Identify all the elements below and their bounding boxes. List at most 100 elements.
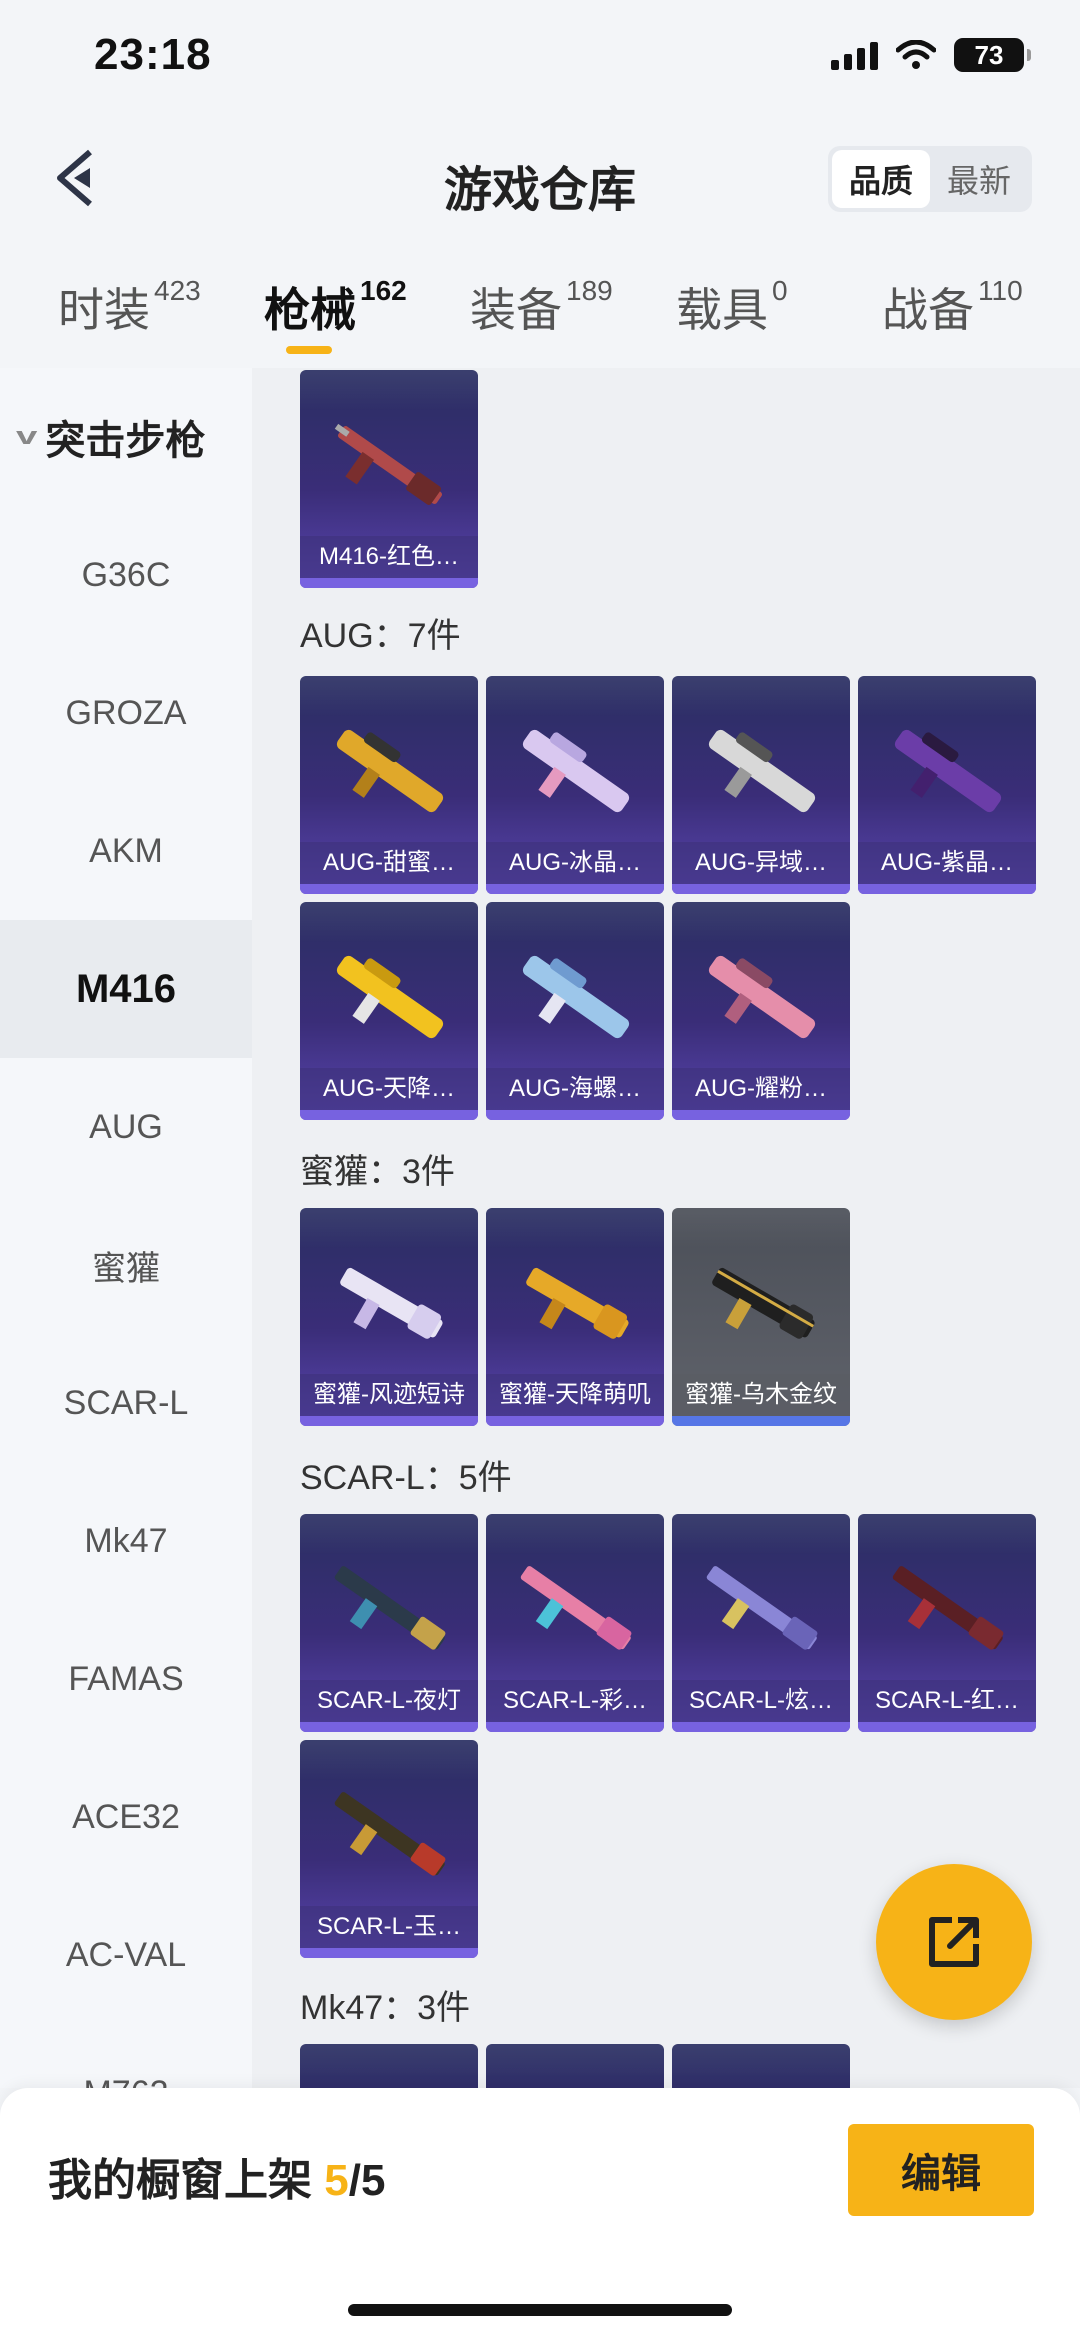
status-time: 23:18 bbox=[94, 30, 212, 79]
rifle-icon bbox=[340, 1267, 443, 1339]
skin-card[interactable]: AUG-紫晶… bbox=[858, 676, 1036, 894]
skin-name: AUG-甜蜜… bbox=[300, 842, 478, 884]
tab-equipment[interactable]: 装备 189 bbox=[470, 274, 613, 340]
rifle-icon bbox=[526, 1267, 629, 1339]
skin-card[interactable] bbox=[486, 2044, 664, 2088]
sidebar-item-ac-val[interactable]: AC-VAL bbox=[0, 1886, 252, 2024]
sidebar-item-m416[interactable]: M416 bbox=[0, 920, 252, 1058]
skin-name: AUG-海螺… bbox=[486, 1068, 664, 1110]
skin-card[interactable]: M416-红色… bbox=[300, 370, 478, 588]
skin-name: AUG-天降… bbox=[300, 1068, 478, 1110]
skin-card[interactable] bbox=[300, 2044, 478, 2088]
skin-card[interactable]: SCAR-L-红… bbox=[858, 1514, 1036, 1732]
rifle-icon bbox=[334, 423, 442, 505]
sort-toggle: 品质 最新 bbox=[828, 146, 1032, 212]
skin-name: SCAR-L-夜灯 bbox=[300, 1680, 478, 1722]
skin-card[interactable]: AUG-甜蜜… bbox=[300, 676, 478, 894]
skin-name: SCAR-L-炫… bbox=[672, 1680, 850, 1722]
skin-card[interactable]: 蜜獾-天降萌叽 bbox=[486, 1208, 664, 1426]
skin-card[interactable]: SCAR-L-炫… bbox=[672, 1514, 850, 1732]
sidebar-item-aug[interactable]: AUG bbox=[0, 1058, 252, 1196]
skin-name: M416-红色… bbox=[300, 536, 478, 578]
skin-card[interactable]: AUG-异域… bbox=[672, 676, 850, 894]
bottom-bar: 我的橱窗上架 5/5 编辑 bbox=[0, 2088, 1080, 2339]
skin-name: AUG-异域… bbox=[672, 842, 850, 884]
sidebar-item-g36c[interactable]: G36C bbox=[0, 506, 252, 644]
quality-bar bbox=[672, 1416, 850, 1426]
active-tab-indicator bbox=[286, 346, 332, 354]
quality-bar bbox=[300, 1948, 478, 1958]
tab-fashion[interactable]: 时装 423 bbox=[58, 274, 201, 340]
sidebar-item-m762[interactable]: M762 bbox=[0, 2024, 252, 2089]
skin-name: AUG-冰晶… bbox=[486, 842, 664, 884]
skin-card[interactable]: 蜜獾-乌木金纹 bbox=[672, 1208, 850, 1426]
quality-bar bbox=[486, 884, 664, 894]
skin-card[interactable]: 蜜獾-风迹短诗 bbox=[300, 1208, 478, 1426]
sidebar-item-honeybadger[interactable]: 蜜獾 bbox=[0, 1196, 252, 1334]
status-icons: 73 bbox=[831, 38, 1031, 72]
skin-card[interactable]: SCAR-L-彩… bbox=[486, 1514, 664, 1732]
quality-bar bbox=[858, 884, 1036, 894]
skin-card[interactable]: SCAR-L-玉… bbox=[300, 1740, 478, 1958]
section-title-honeybadger: 蜜獾：3件 bbox=[300, 1153, 455, 1191]
quality-bar bbox=[672, 1722, 850, 1732]
rifle-icon bbox=[522, 729, 630, 813]
section-title-scar-l: SCAR-L：5件 bbox=[300, 1459, 512, 1497]
quality-bar bbox=[300, 1722, 478, 1732]
wifi-icon bbox=[896, 40, 936, 69]
skin-name: SCAR-L-彩… bbox=[486, 1680, 664, 1722]
quality-bar bbox=[858, 1722, 1036, 1732]
rifle-icon bbox=[520, 1566, 632, 1650]
quality-bar bbox=[672, 884, 850, 894]
weapon-sidebar: v 突击步枪 G36C GROZA AKM M416 AUG 蜜獾 SCAR-L… bbox=[0, 368, 252, 2088]
skin-name: 蜜獾-乌木金纹 bbox=[672, 1374, 850, 1416]
skin-name: AUG-紫晶… bbox=[858, 842, 1036, 884]
rifle-icon bbox=[706, 1566, 818, 1650]
rifle-icon bbox=[334, 1566, 446, 1650]
skin-card[interactable]: AUG-冰晶… bbox=[486, 676, 664, 894]
skin-name: 蜜獾-风迹短诗 bbox=[300, 1374, 478, 1416]
battery-icon: 73 bbox=[954, 38, 1031, 72]
quality-bar bbox=[300, 578, 478, 588]
quality-bar bbox=[300, 884, 478, 894]
rifle-icon bbox=[708, 955, 816, 1039]
quality-bar bbox=[486, 1722, 664, 1732]
quality-bar bbox=[486, 1416, 664, 1426]
sidebar-item-scar-l[interactable]: SCAR-L bbox=[0, 1334, 252, 1472]
edit-button[interactable]: 编辑 bbox=[848, 2124, 1034, 2216]
sort-quality-button[interactable]: 品质 bbox=[832, 150, 930, 208]
tab-vehicles[interactable]: 载具 0 bbox=[676, 274, 788, 340]
section-title-aug: AUG：7件 bbox=[300, 617, 461, 655]
skin-name: SCAR-L-红… bbox=[858, 1680, 1036, 1722]
skin-card[interactable]: AUG-天降… bbox=[300, 902, 478, 1120]
share-button[interactable] bbox=[876, 1864, 1032, 2020]
skin-name: AUG-耀粉… bbox=[672, 1068, 850, 1110]
showcase-status: 我的橱窗上架 5/5 bbox=[48, 2156, 386, 2205]
rifle-icon bbox=[522, 955, 630, 1039]
rifle-icon bbox=[708, 729, 816, 813]
rifle-icon bbox=[336, 955, 444, 1039]
category-tabs: 时装 423 枪械 162 装备 189 载具 0 战备 110 bbox=[0, 250, 1080, 368]
sidebar-item-famas[interactable]: FAMAS bbox=[0, 1610, 252, 1748]
skin-card[interactable]: SCAR-L-夜灯 bbox=[300, 1514, 478, 1732]
skin-card[interactable]: AUG-耀粉… bbox=[672, 902, 850, 1120]
skin-card[interactable] bbox=[672, 2044, 850, 2088]
skin-card[interactable]: AUG-海螺… bbox=[486, 902, 664, 1120]
rifle-icon bbox=[336, 729, 444, 813]
status-bar: 23:18 73 bbox=[0, 0, 1080, 120]
chevron-down-icon: v bbox=[15, 423, 38, 450]
sort-newest-button[interactable]: 最新 bbox=[930, 150, 1028, 208]
sidebar-item-groza[interactable]: GROZA bbox=[0, 644, 252, 782]
sidebar-item-ace32[interactable]: ACE32 bbox=[0, 1748, 252, 1886]
sidebar-item-mk47[interactable]: Mk47 bbox=[0, 1472, 252, 1610]
weapon-skin-grid: M416-红色… AUG：7件 AUG-甜蜜… AUG-冰晶… AUG-异域… … bbox=[252, 368, 1080, 2088]
rifle-icon bbox=[712, 1267, 815, 1339]
tab-supplies[interactable]: 战备 110 bbox=[882, 274, 1023, 340]
section-title-mk47: Mk47：3件 bbox=[300, 1989, 471, 2027]
header: 游戏仓库 品质 最新 bbox=[0, 120, 1080, 238]
tab-guns[interactable]: 枪械 162 bbox=[264, 274, 407, 340]
sidebar-item-akm[interactable]: AKM bbox=[0, 782, 252, 920]
showcase-count: 5 bbox=[324, 2156, 349, 2205]
sidebar-group-assault-rifles[interactable]: v 突击步枪 bbox=[0, 368, 252, 506]
home-indicator bbox=[348, 2304, 732, 2316]
